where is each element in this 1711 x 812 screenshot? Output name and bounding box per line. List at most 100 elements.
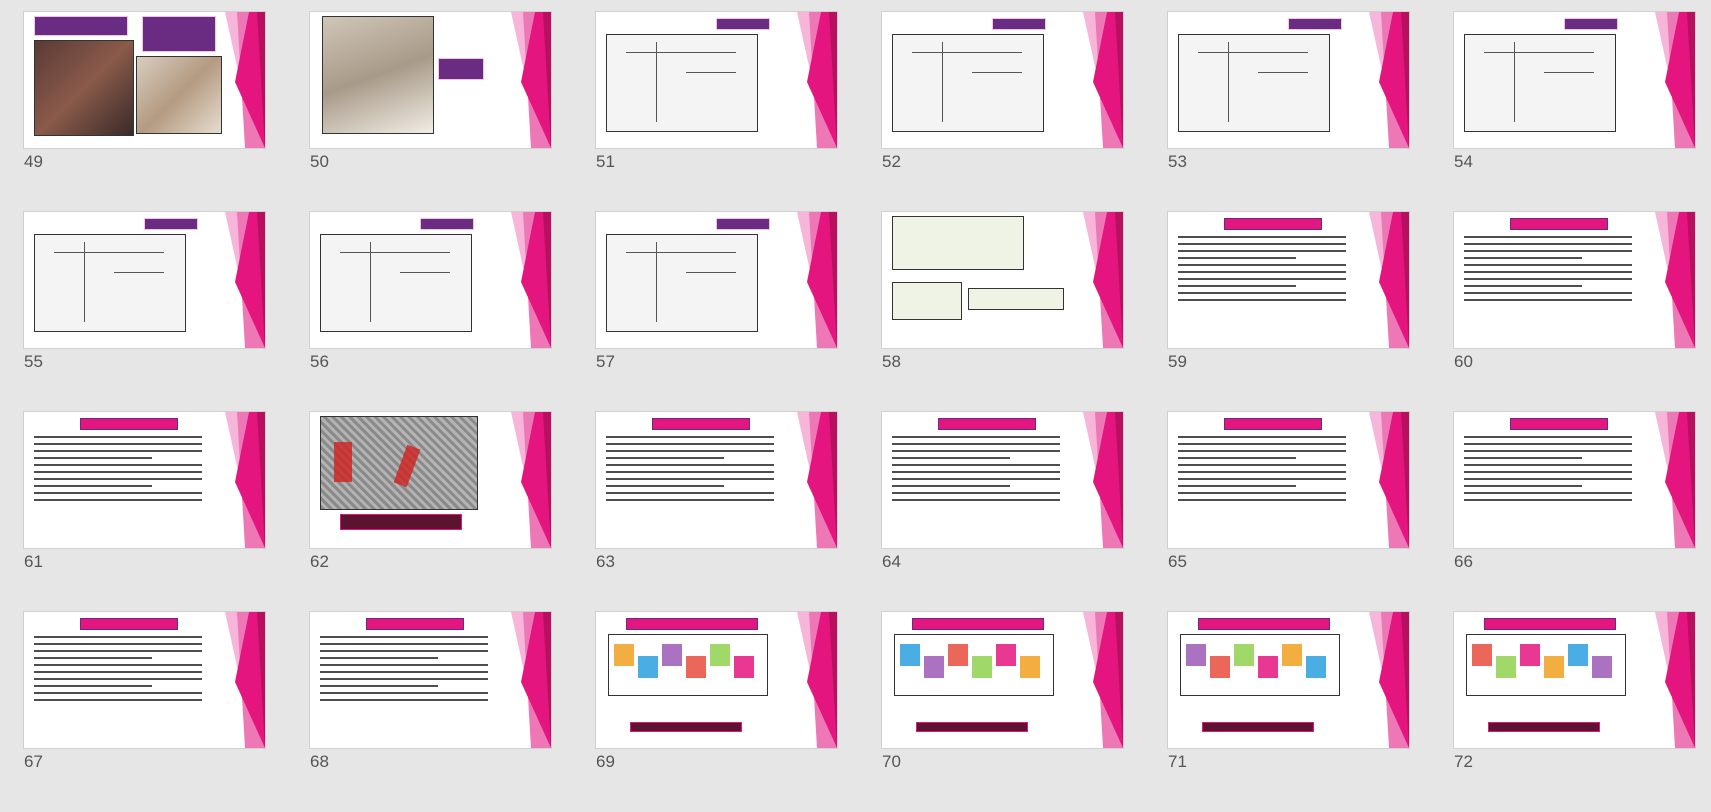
slide-preview[interactable] bbox=[24, 212, 265, 348]
slide-number: 59 bbox=[1168, 352, 1187, 371]
slide-sorter-grid: 49 50 51 52 53 54 55 56 57 58 59 60 61 62 63 64 65 66 67 68… bbox=[0, 0, 1711, 779]
slide-preview[interactable] bbox=[310, 412, 551, 548]
slide-number: 63 bbox=[596, 552, 615, 571]
slide-preview[interactable] bbox=[1168, 412, 1409, 548]
slide-preview[interactable] bbox=[310, 212, 551, 348]
slide-drawing bbox=[34, 234, 186, 332]
slide-decoration bbox=[225, 612, 265, 748]
slide-thumbnail[interactable]: 55 bbox=[24, 212, 265, 412]
slide-number: 69 bbox=[596, 752, 615, 771]
slide-photo bbox=[322, 16, 434, 134]
slide-decoration bbox=[1655, 212, 1695, 348]
slide-decoration bbox=[797, 612, 837, 748]
slide-number: 67 bbox=[24, 752, 43, 771]
slide-number: 72 bbox=[1454, 752, 1473, 771]
slide-decoration bbox=[1655, 12, 1695, 148]
slide-decoration bbox=[1083, 12, 1123, 148]
slide-decoration bbox=[1655, 412, 1695, 548]
slide-thumbnail[interactable]: 63 bbox=[596, 412, 837, 612]
slide-number: 57 bbox=[596, 352, 615, 371]
slide-drawing bbox=[1464, 34, 1616, 132]
slide-thumbnail[interactable]: 71 bbox=[1168, 612, 1409, 812]
slide-number: 70 bbox=[882, 752, 901, 771]
slide-thumbnail[interactable]: 56 bbox=[310, 212, 551, 412]
slide-preview[interactable] bbox=[882, 612, 1123, 748]
slide-decoration bbox=[1369, 212, 1409, 348]
slide-drawing bbox=[1178, 34, 1330, 132]
slide-table bbox=[892, 216, 1024, 270]
slide-preview[interactable] bbox=[310, 12, 551, 148]
slide-photo bbox=[34, 40, 134, 136]
slide-thumbnail[interactable]: 68 bbox=[310, 612, 551, 812]
slide-decoration bbox=[797, 412, 837, 548]
slide-thumbnail[interactable]: 65 bbox=[1168, 412, 1409, 612]
slide-preview[interactable] bbox=[24, 612, 265, 748]
slide-decoration bbox=[1655, 612, 1695, 748]
slide-decoration bbox=[797, 12, 837, 148]
slide-photo bbox=[136, 56, 222, 134]
slide-thumbnail[interactable]: 66 bbox=[1454, 412, 1695, 612]
slide-thumbnail[interactable]: 52 bbox=[882, 12, 1123, 212]
slide-thumbnail[interactable]: 58 bbox=[882, 212, 1123, 412]
slide-preview[interactable] bbox=[596, 12, 837, 148]
slide-decoration bbox=[1369, 12, 1409, 148]
slide-number: 61 bbox=[24, 552, 43, 571]
slide-preview[interactable] bbox=[882, 12, 1123, 148]
slide-preview[interactable] bbox=[882, 212, 1123, 348]
slide-thumbnail[interactable]: 49 bbox=[24, 12, 265, 212]
slide-drawing bbox=[892, 34, 1044, 132]
slide-preview[interactable] bbox=[596, 212, 837, 348]
slide-preview[interactable] bbox=[1168, 212, 1409, 348]
slide-thumbnail[interactable]: 61 bbox=[24, 412, 265, 612]
slide-thumbnail[interactable]: 51 bbox=[596, 12, 837, 212]
slide-number: 58 bbox=[882, 352, 901, 371]
slide-number: 50 bbox=[310, 152, 329, 171]
slide-decoration bbox=[1083, 612, 1123, 748]
slide-preview[interactable] bbox=[596, 612, 837, 748]
slide-thumbnail[interactable]: 62 bbox=[310, 412, 551, 612]
slide-decoration bbox=[511, 212, 551, 348]
slide-number: 66 bbox=[1454, 552, 1473, 571]
slide-thumbnail[interactable]: 57 bbox=[596, 212, 837, 412]
slide-preview[interactable] bbox=[1454, 212, 1695, 348]
slide-number: 53 bbox=[1168, 152, 1187, 171]
slide-number: 55 bbox=[24, 352, 43, 371]
slide-thumbnail[interactable]: 67 bbox=[24, 612, 265, 812]
slide-decoration bbox=[511, 12, 551, 148]
slide-thumbnail[interactable]: 72 bbox=[1454, 612, 1695, 812]
slide-thumbnail[interactable]: 60 bbox=[1454, 212, 1695, 412]
slide-number: 56 bbox=[310, 352, 329, 371]
slide-preview[interactable] bbox=[1168, 12, 1409, 148]
slide-preview[interactable] bbox=[1454, 612, 1695, 748]
slide-table bbox=[968, 288, 1064, 310]
slide-preview[interactable] bbox=[1454, 12, 1695, 148]
slide-number: 60 bbox=[1454, 352, 1473, 371]
slide-decoration bbox=[1369, 412, 1409, 548]
slide-preview[interactable] bbox=[24, 12, 265, 148]
slide-number: 64 bbox=[882, 552, 901, 571]
slide-table bbox=[892, 282, 962, 320]
slide-number: 65 bbox=[1168, 552, 1187, 571]
slide-thumbnail[interactable]: 54 bbox=[1454, 12, 1695, 212]
slide-number: 52 bbox=[882, 152, 901, 171]
slide-preview[interactable] bbox=[1168, 612, 1409, 748]
slide-preview[interactable] bbox=[596, 412, 837, 548]
slide-drawing bbox=[320, 234, 472, 332]
slide-decoration bbox=[225, 412, 265, 548]
slide-decoration bbox=[797, 212, 837, 348]
slide-decoration bbox=[1083, 412, 1123, 548]
slide-number: 62 bbox=[310, 552, 329, 571]
slide-preview[interactable] bbox=[310, 612, 551, 748]
slide-decoration bbox=[511, 612, 551, 748]
slide-thumbnail[interactable]: 59 bbox=[1168, 212, 1409, 412]
slide-thumbnail[interactable]: 69 bbox=[596, 612, 837, 812]
slide-thumbnail[interactable]: 50 bbox=[310, 12, 551, 212]
slide-thumbnail[interactable]: 64 bbox=[882, 412, 1123, 612]
slide-thumbnail[interactable]: 70 bbox=[882, 612, 1123, 812]
slide-thumbnail[interactable]: 53 bbox=[1168, 12, 1409, 212]
slide-preview[interactable] bbox=[24, 412, 265, 548]
slide-preview[interactable] bbox=[882, 412, 1123, 548]
slide-drawing bbox=[606, 234, 758, 332]
slide-number: 71 bbox=[1168, 752, 1187, 771]
slide-preview[interactable] bbox=[1454, 412, 1695, 548]
